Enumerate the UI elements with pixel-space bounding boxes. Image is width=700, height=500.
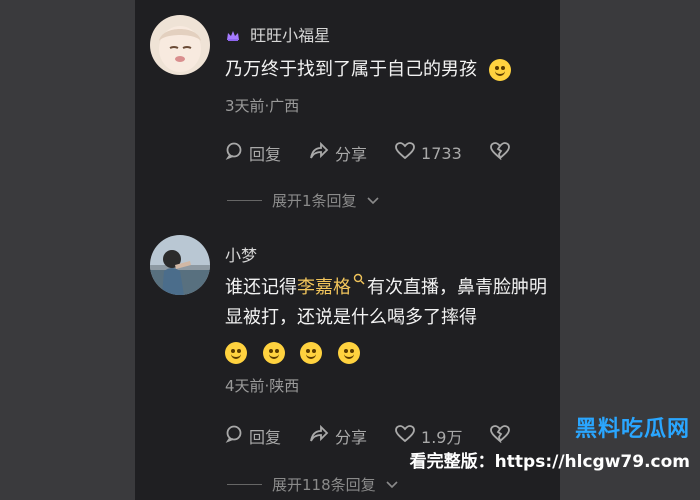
smile-emoji-icon: [338, 342, 361, 364]
watermark-subtitle: 看完整版：https://hlcgw79.com: [409, 452, 690, 472]
divider-dash: [227, 484, 262, 485]
reply-button[interactable]: 回复: [225, 141, 281, 165]
avatar[interactable]: [150, 235, 210, 295]
expand-replies-label: 展开1条回复: [272, 192, 357, 210]
like-button[interactable]: 1733: [395, 142, 462, 164]
reply-label: 回复: [249, 145, 282, 164]
comment-text: 乃万终于找到了属于自己的男孩: [225, 55, 545, 85]
comment-username[interactable]: 旺旺小福星: [225, 22, 330, 47]
search-icon: [351, 273, 367, 298]
reply-icon: [225, 142, 243, 164]
smile-emoji-icon: [300, 342, 323, 364]
like-count: 1733: [421, 143, 462, 163]
chevron-down-icon: [386, 476, 398, 494]
comment-username[interactable]: 小梦: [225, 242, 257, 266]
divider-dash: [227, 200, 262, 201]
reply-button[interactable]: 回复: [225, 424, 281, 448]
reply-label: 回复: [249, 428, 282, 447]
dislike-button[interactable]: [489, 142, 510, 164]
heart-icon: [395, 142, 415, 164]
expand-replies-button[interactable]: 展开118条回复: [227, 474, 398, 495]
comment-item: 旺旺小福星 乃万终于找到了属于自己的男孩 3天前·广西 回复 分享 1733 展…: [135, 0, 560, 215]
reply-icon: [225, 425, 243, 447]
smile-emoji-icon: [262, 342, 285, 364]
smile-emoji-icon: [488, 59, 511, 81]
watermark: 黑料吃瓜网 看完整版：https://hlcgw79.com: [410, 411, 690, 472]
share-icon: [309, 141, 329, 164]
username-text: 小梦: [225, 246, 258, 265]
comment-text-before: 谁还记得: [225, 277, 297, 298]
share-button[interactable]: 分享: [309, 141, 367, 165]
share-label: 分享: [335, 145, 368, 164]
expand-replies-label: 展开118条回复: [272, 476, 376, 494]
comment-text-content: 乃万终于找到了属于自己的男孩: [225, 59, 477, 80]
comment-meta: 3天前·广西: [225, 97, 300, 115]
emoji-row: [225, 338, 560, 368]
smile-emoji-icon: [225, 342, 247, 364]
watermark-title: 黑料吃瓜网: [574, 417, 690, 442]
left-background: [0, 0, 135, 500]
share-button[interactable]: 分享: [309, 424, 367, 448]
share-label: 分享: [335, 428, 368, 447]
comment-text: 谁还记得李嘉格 有次直播，鼻青脸肿明显被打，还说是什么喝多了摔得: [225, 273, 560, 368]
user-badge-icon: [225, 27, 241, 47]
username-text: 旺旺小福星: [250, 26, 331, 45]
comment-meta: 4天前·陕西: [225, 377, 300, 395]
expand-replies-button[interactable]: 展开1条回复: [227, 190, 379, 211]
chevron-down-icon: [366, 192, 379, 210]
broken-heart-icon: [489, 142, 510, 164]
share-icon: [309, 424, 329, 447]
avatar[interactable]: [150, 15, 210, 75]
comment-actions: 回复 分享 1733: [225, 141, 510, 165]
highlight-link[interactable]: 李嘉格: [297, 277, 351, 298]
